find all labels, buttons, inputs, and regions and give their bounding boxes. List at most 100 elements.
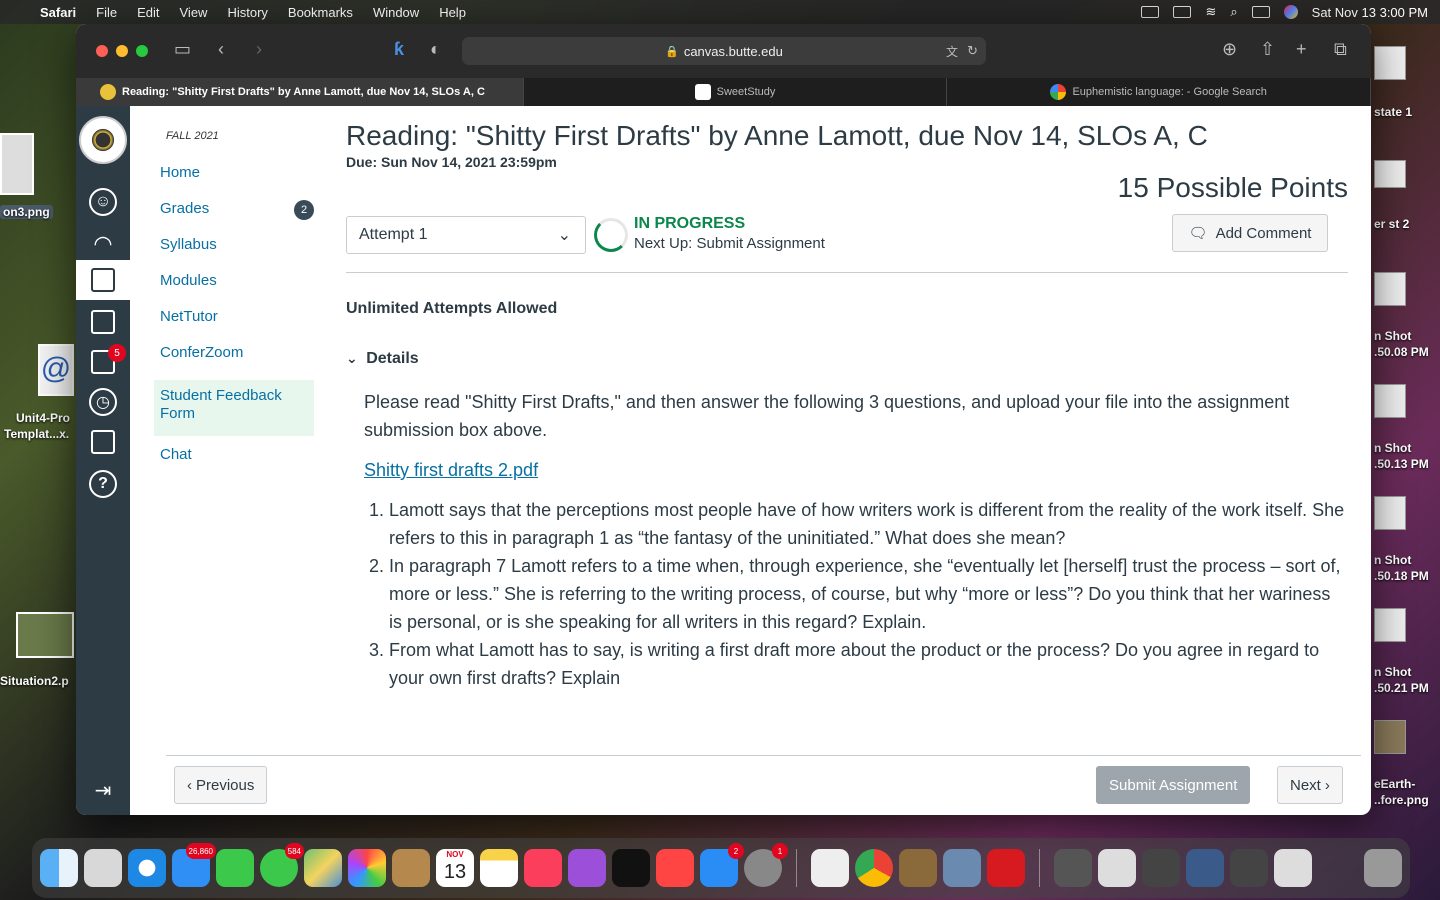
course-nav-chat[interactable]: Chat — [154, 446, 314, 482]
translate-icon[interactable]: 文 — [946, 43, 958, 60]
forward-icon[interactable]: › — [256, 39, 262, 60]
apple-tv-icon[interactable] — [612, 849, 650, 887]
recent-window-thumbnail[interactable] — [1098, 849, 1136, 887]
course-nav-syllabus[interactable]: Syllabus — [154, 236, 314, 272]
spotlight-icon[interactable]: ⌕ — [1230, 4, 1237, 20]
app-store-icon[interactable]: 2 — [700, 843, 744, 887]
menu-history[interactable]: History — [227, 5, 267, 20]
attempt-select[interactable]: Attempt 1 ⌄ — [346, 216, 586, 254]
desktop-file-thumbnail[interactable] — [1374, 720, 1406, 754]
reload-icon[interactable]: ↻ — [967, 43, 978, 59]
desktop-file-label[interactable]: ..fore.png — [1374, 792, 1429, 808]
menu-edit[interactable]: Edit — [137, 5, 159, 20]
menu-window[interactable]: Window — [373, 5, 419, 20]
nav-collapse[interactable]: ⇥ — [76, 770, 130, 810]
contacts-icon[interactable] — [392, 849, 430, 887]
desktop-file-label[interactable]: Situation2.p — [0, 674, 69, 688]
nav-help[interactable]: ? — [76, 464, 130, 504]
tab-sweetstudy[interactable]: SweetStudy — [524, 78, 948, 106]
maps-icon[interactable] — [304, 849, 342, 887]
desktop-file-label[interactable]: n Shot — [1374, 440, 1411, 456]
messages-icon[interactable]: 584 — [260, 843, 304, 887]
desktop-file-label[interactable]: .50.21 PM — [1374, 680, 1429, 696]
course-nav-nettutor[interactable]: NetTutor — [154, 308, 314, 344]
menu-file[interactable]: File — [96, 5, 117, 20]
privacy-shield-icon[interactable]: ◐ — [430, 39, 441, 60]
tab-google-search[interactable]: Euphemistic language: - Google Search — [947, 78, 1371, 106]
extension-icon[interactable]: ƙ — [394, 39, 404, 60]
desktop-file-label[interactable]: state 1 — [1374, 104, 1412, 120]
podcasts-icon[interactable] — [568, 849, 606, 887]
add-comment-button[interactable]: 🗨 Add Comment — [1172, 214, 1328, 252]
desktop-file-label[interactable]: .50.18 PM — [1374, 568, 1429, 584]
desktop-file-thumbnail[interactable] — [1374, 384, 1406, 418]
downloads-icon[interactable]: ⊕ — [1222, 39, 1237, 60]
preview-icon[interactable] — [943, 849, 981, 887]
course-nav-modules[interactable]: Modules — [154, 272, 314, 308]
notes-icon[interactable] — [480, 849, 518, 887]
mail-icon[interactable]: 26,860 — [172, 843, 216, 887]
menubar-clock[interactable]: Sat Nov 13 3:00 PM — [1312, 5, 1428, 20]
menu-safari[interactable]: Safari — [40, 5, 76, 20]
course-nav-grades[interactable]: Grades 2 — [154, 200, 314, 236]
desktop-file-thumbnail[interactable] — [1374, 272, 1406, 306]
nav-courses[interactable] — [76, 260, 130, 300]
trash-icon[interactable] — [1364, 849, 1402, 887]
close-window-button[interactable] — [96, 45, 108, 57]
facetime-icon[interactable] — [216, 849, 254, 887]
desktop-file-label[interactable]: Templat...x. — [4, 427, 69, 441]
at-sign-file-icon[interactable]: @ — [38, 344, 74, 396]
desktop-file-label[interactable]: n Shot — [1374, 328, 1411, 344]
finder-icon[interactable] — [40, 849, 78, 887]
desktop-file-label[interactable]: .50.13 PM — [1374, 456, 1429, 472]
desktop-file-thumbnail[interactable] — [0, 133, 34, 195]
previous-button[interactable]: ‹ Previous — [174, 766, 268, 804]
course-nav-student-feedback-form[interactable]: Student Feedback Form — [154, 380, 314, 436]
recent-window-thumbnail[interactable] — [1274, 849, 1312, 887]
address-bar[interactable]: 🔒 canvas.butte.edu 文 ↻ — [462, 37, 986, 65]
tab-canvas-reading[interactable]: Reading: "Shitty First Drafts" by Anne L… — [76, 78, 524, 106]
next-button[interactable]: Next › — [1277, 766, 1343, 804]
chrome-icon[interactable] — [855, 849, 893, 887]
desktop-file-thumbnail[interactable] — [16, 612, 74, 658]
battery-icon[interactable] — [1173, 6, 1192, 18]
nav-studio[interactable] — [76, 422, 130, 462]
recent-window-thumbnail[interactable] — [1142, 849, 1180, 887]
control-center-icon[interactable] — [1251, 6, 1270, 18]
share-icon[interactable]: ⇧ — [1260, 39, 1275, 60]
minimize-window-button[interactable] — [116, 45, 128, 57]
desktop-file-thumbnail[interactable] — [1374, 160, 1406, 188]
butte-college-logo[interactable] — [79, 116, 127, 164]
menu-help[interactable]: Help — [439, 5, 466, 20]
nav-calendar[interactable] — [76, 302, 130, 342]
safari-icon[interactable] — [128, 849, 166, 887]
recent-window-thumbnail[interactable] — [1054, 849, 1092, 887]
nav-history[interactable]: ◷ — [76, 382, 130, 422]
course-nav-home[interactable]: Home — [154, 164, 314, 200]
garageband-icon[interactable] — [899, 849, 937, 887]
display-icon[interactable] — [1141, 6, 1160, 18]
desktop-file-label[interactable]: n Shot — [1374, 552, 1411, 568]
nav-account[interactable]: ☺ — [76, 182, 130, 222]
menu-bookmarks[interactable]: Bookmarks — [288, 5, 353, 20]
recent-window-thumbnail[interactable] — [1186, 849, 1224, 887]
calendar-icon[interactable]: NOV 13 — [436, 849, 474, 887]
sidebar-toggle-icon[interactable]: ▭ — [174, 39, 191, 60]
recent-window-thumbnail[interactable] — [1230, 849, 1268, 887]
desktop-file-label[interactable]: n Shot — [1374, 664, 1411, 680]
desktop-file-label[interactable]: eEarth- — [1374, 776, 1415, 792]
system-preferences-icon[interactable]: 1 — [744, 843, 788, 887]
desktop-file-thumbnail[interactable] — [1374, 46, 1406, 80]
pdf-file-link[interactable]: Shitty first drafts 2.pdf — [364, 456, 538, 484]
menu-view[interactable]: View — [180, 5, 208, 20]
desktop-file-label[interactable]: er st 2 — [1374, 216, 1409, 232]
launchpad-icon[interactable] — [84, 849, 122, 887]
wifi-icon[interactable]: ≋ — [1205, 4, 1216, 20]
nav-dashboard[interactable]: ◠ — [76, 224, 130, 264]
desktop-file-thumbnail[interactable] — [1374, 496, 1406, 530]
news-icon[interactable] — [656, 849, 694, 887]
desktop-file-label[interactable]: on3.png — [0, 205, 53, 219]
back-icon[interactable]: ‹ — [218, 39, 224, 60]
photos-icon[interactable] — [348, 849, 386, 887]
tab-overview-icon[interactable]: ⧉ — [1334, 39, 1347, 60]
